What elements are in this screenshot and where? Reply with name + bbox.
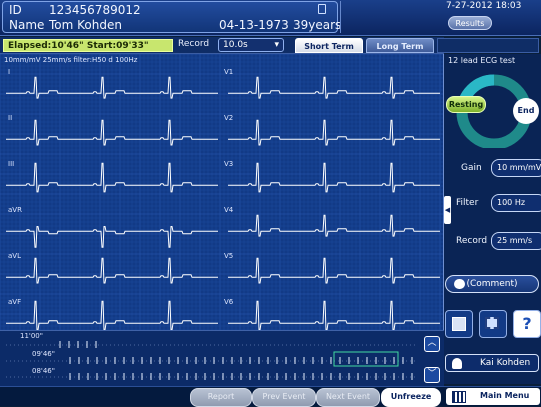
lead-label: V3: [224, 160, 234, 168]
next-event-button[interactable]: Next Event: [316, 388, 380, 407]
gain-dropdown[interactable]: 10 mm/mV: [491, 159, 541, 177]
record-duration-value: 10.0s: [223, 40, 248, 50]
main-menu-button[interactable]: Main Menu: [446, 388, 540, 405]
lead-label: aVL: [8, 252, 21, 260]
lead-label: V4: [224, 206, 234, 214]
lead-label: V1: [224, 68, 234, 76]
tab-empty: [437, 38, 539, 53]
user-icon: [452, 358, 462, 369]
id-label: ID: [9, 3, 22, 17]
report-button[interactable]: Report: [190, 388, 252, 407]
record-label: Record: [178, 39, 210, 49]
scroll-up-icon[interactable]: ︿: [424, 336, 440, 352]
help-icon[interactable]: ?: [513, 310, 541, 338]
trend-time-1: 11'00": [20, 332, 43, 340]
main-menu-label: Main Menu: [480, 391, 530, 400]
panel-collapse-handle[interactable]: ◀: [444, 196, 451, 224]
gain-value: 10 mm/mV: [497, 163, 541, 172]
end-button[interactable]: End: [513, 98, 539, 124]
header-spacer: [340, 1, 440, 33]
record-duration-dropdown[interactable]: 10.0s ▾: [218, 38, 284, 52]
ecg-waveform-panel: [0, 54, 444, 330]
age: 39years: [293, 18, 342, 32]
speed-dropdown[interactable]: 25 mm/s: [491, 232, 541, 250]
lead-label: I: [8, 68, 11, 76]
filter-label: Filter: [456, 198, 479, 208]
results-button[interactable]: Results: [448, 16, 492, 30]
lead-label: aVR: [8, 206, 22, 214]
scroll-down-icon[interactable]: ﹀: [424, 367, 440, 383]
user-button[interactable]: Kai Kohden: [445, 354, 539, 372]
name-label: Name: [9, 18, 45, 32]
dob: 04-13-1973: [219, 18, 289, 32]
print-icon[interactable]: [445, 310, 473, 338]
user-name: Kai Kohden: [480, 358, 531, 368]
tab-short-term[interactable]: Short Term: [295, 38, 363, 53]
test-title: 12 lead ECG test: [448, 56, 516, 65]
event-trend-strip[interactable]: 11'00" 09'46" 08'46" ︿ ﹀: [0, 330, 444, 386]
lead-label: III: [8, 160, 15, 168]
speech-bubble-icon: [454, 279, 465, 289]
id-value: 123456789012: [49, 3, 141, 17]
film-icon[interactable]: [479, 310, 507, 338]
tab-long-term[interactable]: Long Term: [366, 38, 434, 53]
battery-icon: [318, 4, 326, 14]
name-value: Tom Kohden: [49, 18, 122, 32]
lead-label: V6: [224, 298, 234, 306]
trend-time-2: 09'46": [32, 350, 55, 358]
ecg-settings-text: 10mm/mV 25mm/s filter:H50 d 100Hz: [4, 56, 138, 64]
unfreeze-button[interactable]: Unfreeze: [381, 388, 441, 407]
filter-dropdown[interactable]: 100 Hz: [491, 194, 541, 212]
speed-label: Record: [456, 236, 488, 246]
lead-label: V2: [224, 114, 234, 122]
prev-event-button[interactable]: Prev Event: [252, 388, 316, 407]
filter-value: 100 Hz: [497, 198, 526, 207]
speed-value: 25 mm/s: [497, 236, 533, 245]
lead-label: V5: [224, 252, 234, 260]
lead-label: aVF: [8, 298, 22, 306]
trend-time-3: 08'46": [32, 367, 55, 375]
resting-button[interactable]: Resting: [446, 96, 486, 113]
ecg-traces: [0, 54, 443, 330]
lead-label: II: [8, 114, 13, 122]
chevron-down-icon: ▾: [274, 40, 279, 50]
grid-icon: [452, 391, 466, 403]
datetime: 7-27-2012 18:03: [446, 1, 522, 11]
gain-label: Gain: [461, 163, 482, 173]
comment-button[interactable]: (Comment): [445, 275, 539, 293]
elapsed-time: Elapsed:10'46" Start:09'33": [3, 39, 173, 52]
trend-markers: [6, 341, 418, 380]
patient-info-box: ID 123456789012 Name Tom Kohden 04-13-19…: [2, 1, 342, 33]
comment-label: (Comment): [466, 279, 518, 289]
